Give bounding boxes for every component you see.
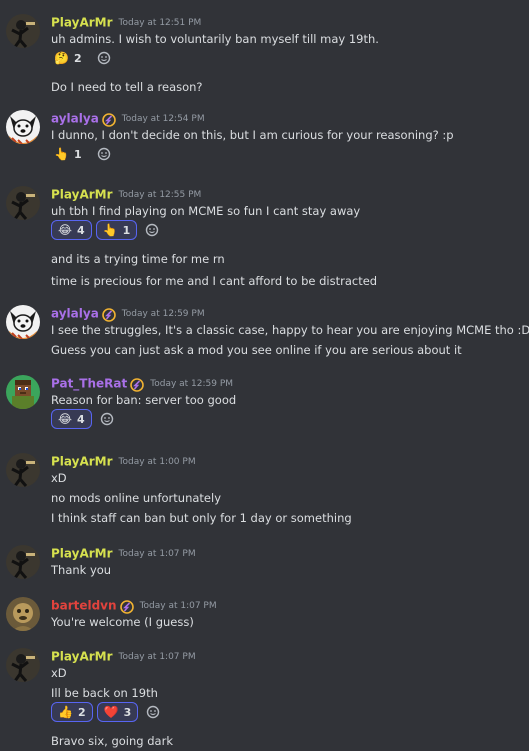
username[interactable]: aylalya	[51, 307, 99, 321]
message-text: You're welcome (I guess)	[51, 615, 194, 629]
reaction-button[interactable]: ❤️ 3	[96, 702, 139, 722]
reaction-bar: 😂 4	[51, 409, 114, 429]
stickman-avatar[interactable]	[6, 453, 40, 487]
message-header: aylalya Today at 12:59 PM	[51, 303, 205, 322]
reaction-bar: 👍 2 ❤️ 3	[51, 702, 160, 722]
dog-avatar[interactable]	[6, 110, 40, 144]
brown-avatar[interactable]	[6, 597, 40, 631]
reaction-emoji: 👆	[102, 223, 118, 237]
reaction-button[interactable]: 👆 1	[95, 220, 138, 240]
message-header: PlayArMr Today at 12:55 PM	[51, 184, 202, 202]
message-text: time is precious for me and I cant affor…	[51, 274, 378, 288]
stickman-avatar[interactable]	[6, 14, 40, 48]
timestamp: Today at 12:59 PM	[150, 378, 234, 389]
reaction-button[interactable]: 🤔 2	[51, 48, 89, 68]
message-header: barteldvn Today at 1:07 PM	[51, 595, 217, 614]
message-text: I dunno, I don't decide on this, but I a…	[51, 128, 454, 142]
add-reaction-icon[interactable]	[97, 51, 111, 65]
reaction-button[interactable]: 😂 4	[51, 220, 92, 240]
message-text: xD	[51, 666, 67, 680]
reaction-count: 1	[73, 147, 82, 161]
timestamp: Today at 1:07 PM	[139, 600, 217, 611]
timestamp: Today at 12:55 PM	[118, 189, 202, 200]
stickman-avatar[interactable]	[6, 186, 40, 220]
hypesquad-badge-icon	[99, 304, 116, 323]
username[interactable]: PlayArMr	[51, 188, 113, 202]
reaction-count: 2	[73, 51, 82, 65]
reaction-count: 4	[77, 412, 85, 426]
message-text: and its a trying time for me rn	[51, 252, 225, 266]
message-header: PlayArMr Today at 1:00 PM	[51, 451, 196, 469]
message-text: xD	[51, 471, 67, 485]
message-text: Bravo six, going dark	[51, 734, 173, 748]
reaction-count: 1	[122, 223, 131, 237]
timestamp: Today at 1:07 PM	[118, 548, 196, 559]
username[interactable]: barteldvn	[51, 599, 117, 613]
message-header: Pat_TheRat Today at 12:59 PM	[51, 373, 234, 392]
message-text: Reason for ban: server too good	[51, 393, 237, 407]
reaction-count: 4	[77, 223, 85, 237]
reaction-emoji: 😂	[58, 223, 73, 237]
timestamp: Today at 1:00 PM	[118, 456, 196, 467]
add-reaction-icon[interactable]	[100, 412, 114, 426]
add-reaction-icon[interactable]	[145, 223, 159, 237]
reaction-emoji: 👍	[58, 705, 73, 719]
add-reaction-icon[interactable]	[146, 705, 160, 719]
message-header: PlayArMr Today at 1:07 PM	[51, 646, 196, 664]
timestamp: Today at 12:59 PM	[121, 308, 205, 319]
username[interactable]: aylalya	[51, 112, 99, 126]
timestamp: Today at 12:51 PM	[118, 17, 202, 28]
message-text: Ill be back on 19th	[51, 686, 158, 700]
username[interactable]: PlayArMr	[51, 455, 113, 469]
reaction-bar: 😂 4 👆 1	[51, 220, 159, 240]
reaction-bar: 👆 1	[51, 144, 111, 164]
message-text: uh admins. I wish to voluntarily ban mys…	[51, 32, 379, 46]
timestamp: Today at 12:54 PM	[121, 113, 205, 124]
timestamp: Today at 1:07 PM	[118, 651, 196, 662]
hypesquad-badge-icon	[99, 109, 116, 128]
reaction-emoji: ❤️	[103, 705, 119, 719]
add-reaction-icon[interactable]	[97, 147, 111, 161]
reaction-button[interactable]: 😂 4	[51, 409, 92, 429]
message-header: PlayArMr Today at 1:07 PM	[51, 543, 196, 561]
reaction-emoji: 👆	[54, 147, 69, 161]
message-text: Guess you can just ask a mod you see onl…	[51, 343, 462, 357]
hypesquad-badge-icon	[127, 374, 145, 393]
reaction-count: 2	[77, 705, 86, 719]
reaction-button[interactable]: 👆 1	[51, 144, 89, 164]
reaction-emoji: 🤔	[54, 51, 69, 65]
stickman-avatar[interactable]	[6, 648, 40, 682]
message-text: Do I need to tell a reason?	[51, 80, 203, 94]
stickman-avatar[interactable]	[6, 545, 40, 579]
dog-avatar[interactable]	[6, 305, 40, 339]
reaction-count: 3	[123, 705, 132, 719]
message-header: PlayArMr Today at 12:51 PM	[51, 12, 202, 30]
reaction-emoji: 😂	[58, 412, 73, 426]
reaction-button[interactable]: 👍 2	[51, 702, 93, 722]
message-text: Thank you	[51, 563, 112, 577]
username[interactable]: PlayArMr	[51, 547, 113, 561]
message-text: I think staff can ban but only for 1 day…	[51, 511, 352, 525]
username[interactable]: Pat_TheRat	[51, 377, 127, 391]
minecraft-avatar[interactable]	[6, 375, 40, 409]
message-text: I see the struggles, It's a classic case…	[51, 323, 529, 337]
username[interactable]: PlayArMr	[51, 16, 113, 30]
reaction-bar: 🤔 2	[51, 48, 111, 68]
hypesquad-badge-icon	[117, 596, 134, 615]
message-header: aylalya Today at 12:54 PM	[51, 108, 205, 127]
message-text: uh tbh I find playing on MCME so fun I c…	[51, 204, 361, 218]
username[interactable]: PlayArMr	[51, 650, 113, 664]
message-text: no mods online unfortunately	[51, 491, 222, 505]
